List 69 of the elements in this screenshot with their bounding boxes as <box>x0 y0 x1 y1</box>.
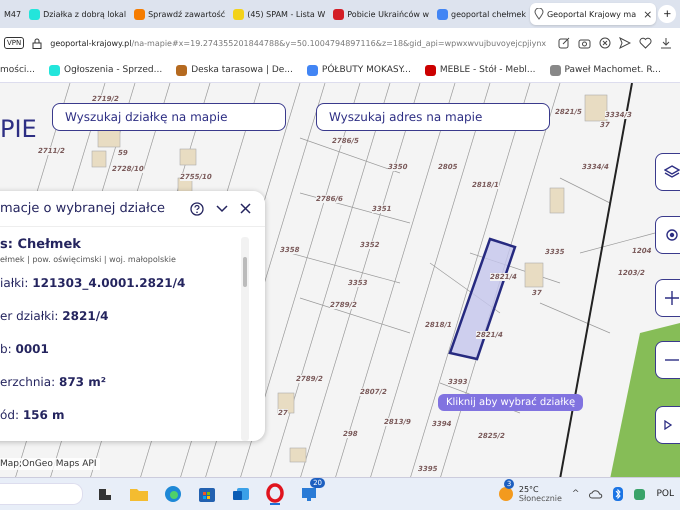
bluetooth-icon[interactable] <box>613 487 624 501</box>
mail-app-icon[interactable] <box>232 486 250 502</box>
parcel-search-field[interactable]: Wyszukaj działkę na mapie <box>52 103 286 131</box>
browser-tab[interactable]: Geoportal Krajowy ma × <box>530 3 656 25</box>
scrollbar[interactable] <box>241 237 249 441</box>
panel-title: macje o wybranej działce <box>0 201 166 216</box>
layers-icon <box>664 164 680 180</box>
place-name: s: Chełmek <box>0 237 82 252</box>
favicon-icon <box>306 64 318 76</box>
cloud-icon[interactable] <box>589 489 604 499</box>
favicon-icon <box>29 8 40 20</box>
weather-text: Słonecznie <box>518 494 562 503</box>
browser-tab[interactable]: Pobicie Ukraińców w <box>329 3 433 25</box>
logo-text: PIE <box>0 115 37 143</box>
close-icon[interactable] <box>240 203 251 214</box>
browser-tab[interactable]: Działka z dobrą lokal <box>25 3 130 25</box>
temperature: 25°C <box>518 485 540 494</box>
favicon-icon <box>176 64 188 76</box>
favicon-icon <box>436 8 448 20</box>
bookmark-link[interactable]: Deska tarasowa | De... <box>176 64 293 76</box>
favicon-icon <box>233 8 244 20</box>
lock-icon <box>32 38 42 48</box>
store-icon[interactable] <box>198 485 216 503</box>
url-field[interactable]: geoportal-krajowy.pl/na-mapie#x=19.274355201844788&y=50.1004794897116&z=18&gid_api=wpwxwvujbuvoyejcpjiynx <box>50 38 550 48</box>
favicon-icon <box>424 64 436 76</box>
help-icon[interactable] <box>190 202 204 216</box>
opera-browser-icon[interactable] <box>266 483 284 505</box>
browser-icon[interactable] <box>164 485 182 503</box>
favicon-icon <box>134 8 146 20</box>
region-text: ełmek | pow. oświęcimski | woj. małopolskie <box>0 255 177 264</box>
parcel-detail: erzchnia: 873 m² <box>0 375 107 391</box>
tooltip: Kliknij aby wybrać działkę <box>438 394 584 411</box>
minus-icon <box>664 359 680 361</box>
bookmark-link[interactable]: mości... <box>0 65 35 75</box>
bookmark-link[interactable]: Ogłoszenia - Sprzed... <box>49 64 162 76</box>
bookmark-link[interactable]: Paweł Machomet. R... <box>550 64 661 76</box>
favicon-icon <box>550 64 560 76</box>
favicon-icon <box>333 8 344 20</box>
language-indicator[interactable]: POL <box>656 489 674 499</box>
chevron-down-icon[interactable] <box>216 204 228 212</box>
browser-tab[interactable]: M47 <box>0 3 26 25</box>
play-icon <box>664 420 672 430</box>
parcel-detail: er działki: 2821/4 <box>0 309 110 325</box>
edit-icon[interactable] <box>558 37 570 49</box>
parcel-detail: iałki: 121303_4.0001.2821/4 <box>0 276 186 292</box>
address-search-field[interactable]: Wyszukaj adres na mapie <box>316 103 550 131</box>
favicon-icon <box>49 64 60 76</box>
map-attribution: Map;OnGeo Maps API <box>0 458 100 470</box>
tray-caret[interactable]: ^ <box>572 489 580 499</box>
camera-icon[interactable] <box>578 37 591 49</box>
send-icon[interactable] <box>619 37 631 49</box>
target-icon <box>664 227 680 243</box>
close-tab-icon[interactable]: × <box>643 8 652 20</box>
parcel-detail: ód: 156 m <box>0 408 66 424</box>
location-pin-icon <box>534 8 544 20</box>
heart-icon[interactable] <box>639 37 652 49</box>
download-icon[interactable] <box>660 37 672 49</box>
plus-icon <box>664 290 680 306</box>
sun-icon[interactable] <box>498 486 514 502</box>
new-tab-button[interactable]: + <box>658 5 676 23</box>
browser-tab[interactable]: (45) SPAM - Lista W <box>229 3 330 25</box>
browser-tab[interactable]: Sprawdź zawartość <box>130 3 230 25</box>
browser-tab[interactable]: geoportal chełmek <box>432 3 530 25</box>
monitor-icon[interactable] <box>300 485 318 503</box>
widgets-icon[interactable] <box>97 486 113 502</box>
bookmark-link[interactable]: PÓŁBUTY MOKASY... <box>306 64 411 76</box>
parcel-detail: b: 0001 <box>0 342 50 358</box>
bookmark-link[interactable]: MEBLE - Stół - Mebl... <box>424 64 536 76</box>
taskbar-search-field[interactable] <box>0 483 83 505</box>
